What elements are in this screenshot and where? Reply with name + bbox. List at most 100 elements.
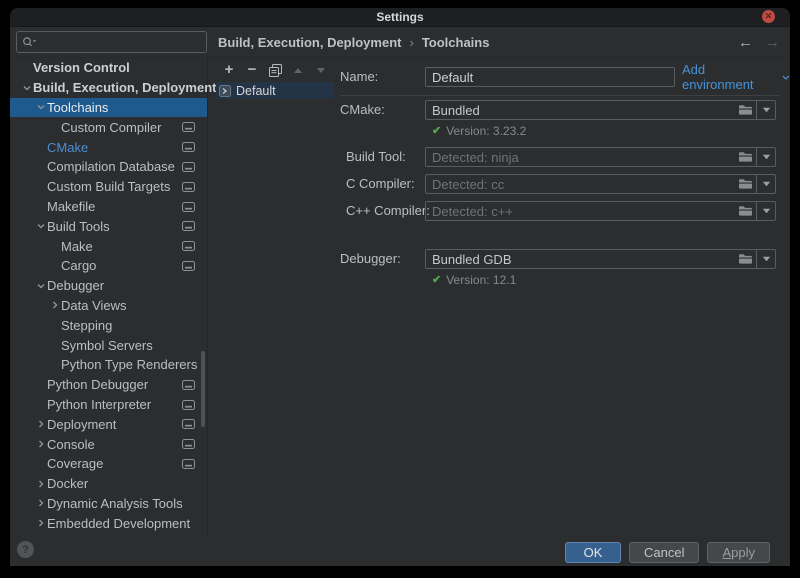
header-row: Build, Execution, Deployment › Toolchain… [10, 27, 790, 58]
browse-folder-icon[interactable] [734, 104, 756, 116]
add-environment-link[interactable]: Add environment [682, 67, 790, 87]
window-title: Settings [376, 10, 423, 24]
c-compiler-combobox[interactable]: Detected: cc [425, 174, 776, 194]
chevron-down-icon[interactable] [34, 102, 47, 112]
back-arrow-icon[interactable]: ← [738, 34, 753, 51]
settings-tree: Version ControlBuild, Execution, Deploym… [10, 58, 207, 533]
chevron-down-icon[interactable] [20, 83, 33, 93]
toolchain-name-input[interactable] [425, 67, 675, 87]
copy-button[interactable] [268, 63, 282, 77]
search-icon[interactable] [22, 36, 37, 48]
sidebar-item-label: Coverage [47, 456, 103, 471]
breadcrumb-item-current[interactable]: Toolchains [422, 35, 490, 50]
add-button[interactable]: + [222, 63, 236, 77]
chevron-right-icon[interactable] [34, 439, 47, 449]
sidebar-item-cargo[interactable]: Cargo [10, 256, 207, 276]
monitor-icon [182, 202, 195, 212]
browse-folder-icon[interactable] [734, 205, 756, 217]
breadcrumb-item-parent[interactable]: Build, Execution, Deployment [218, 35, 401, 50]
sidebar-item-console[interactable]: Console [10, 434, 207, 454]
sidebar-item-dynamic-analysis-tools[interactable]: Dynamic Analysis Tools [10, 494, 207, 514]
cpp-compiler-combobox[interactable]: Detected: c++ [425, 201, 776, 221]
chevron-right-icon[interactable] [34, 419, 47, 429]
sidebar-item-label: Console [47, 437, 95, 452]
chevron-right-icon[interactable] [48, 300, 61, 310]
browse-folder-icon[interactable] [734, 178, 756, 190]
sidebar-item-label: Symbol Servers [61, 338, 153, 353]
cpp-compiler-label: C++ Compiler: [346, 201, 430, 221]
sidebar-item-build-execution-deployment[interactable]: Build, Execution, Deployment [10, 78, 207, 98]
titlebar: Settings ✕ [10, 8, 790, 27]
sidebar-item-custom-build-targets[interactable]: Custom Build Targets [10, 177, 207, 197]
sidebar-item-label: CMake [47, 140, 88, 155]
chevron-down-icon[interactable] [756, 202, 775, 220]
chevron-right-icon[interactable] [34, 498, 47, 508]
sidebar-item-label: Make [61, 239, 93, 254]
sidebar-item-compilation-database[interactable]: Compilation Database [10, 157, 207, 177]
chevron-right-icon[interactable] [34, 479, 47, 489]
sidebar-item-coverage[interactable]: Coverage [10, 454, 207, 474]
sidebar-item-python-debugger[interactable]: Python Debugger [10, 375, 207, 395]
sidebar-item-label: Compilation Database [47, 159, 175, 174]
chevron-right-icon[interactable] [34, 518, 47, 528]
forward-arrow-icon[interactable]: → [765, 34, 780, 51]
remove-button[interactable]: − [245, 63, 259, 77]
debugger-label: Debugger: [340, 249, 401, 269]
sidebar-item-embedded-development[interactable]: Embedded Development [10, 513, 207, 533]
move-down-button[interactable] [314, 63, 328, 77]
sidebar-item-custom-compiler[interactable]: Custom Compiler [10, 117, 207, 137]
add-environment-label: Add environment [682, 62, 777, 92]
monitor-icon [182, 182, 195, 192]
c-compiler-value: Detected: cc [426, 177, 734, 192]
toolchain-list-toolbar: +− [216, 60, 334, 80]
cmake-label: CMake: [340, 100, 385, 120]
sidebar-item-version-control[interactable]: Version Control [10, 58, 207, 78]
sidebar-item-label: Makefile [47, 199, 95, 214]
close-icon[interactable]: ✕ [762, 10, 775, 23]
settings-dialog: Settings ✕ Build, Execution, Deployment … [10, 8, 790, 566]
sidebar-item-debugger[interactable]: Debugger [10, 276, 207, 296]
chevron-down-icon[interactable] [756, 101, 775, 119]
cmake-combobox[interactable]: Bundled [425, 100, 776, 120]
footer: ? OK Cancel Apply [10, 536, 790, 566]
sidebar-item-python-type-renderers[interactable]: Python Type Renderers [10, 355, 207, 375]
sidebar-item-label: Data Views [61, 298, 127, 313]
sidebar-item-make[interactable]: Make [10, 236, 207, 256]
browse-folder-icon[interactable] [734, 253, 756, 265]
sidebar-item-data-views[interactable]: Data Views [10, 296, 207, 316]
sidebar-item-deployment[interactable]: Deployment [10, 414, 207, 434]
settings-search-field[interactable] [16, 31, 207, 53]
sidebar-item-label: Embedded Development [47, 516, 190, 531]
chevron-down-icon[interactable] [756, 175, 775, 193]
build-tool-combobox[interactable]: Detected: ninja [425, 147, 776, 167]
help-button[interactable]: ? [17, 541, 34, 558]
toolchain-list-item[interactable]: Default [216, 82, 334, 99]
sidebar-item-label: Cargo [61, 258, 96, 273]
sidebar-item-toolchains[interactable]: Toolchains [10, 98, 207, 118]
cancel-button[interactable]: Cancel [629, 542, 699, 563]
browse-folder-icon[interactable] [734, 151, 756, 163]
sidebar-item-cmake[interactable]: CMake [10, 137, 207, 157]
sidebar-scrollbar[interactable] [201, 351, 205, 427]
move-up-button[interactable] [291, 63, 305, 77]
sidebar-item-build-tools[interactable]: Build Tools [10, 216, 207, 236]
sidebar-item-label: Dynamic Analysis Tools [47, 496, 183, 511]
c-compiler-label: C Compiler: [346, 174, 415, 194]
sidebar-item-label: Deployment [47, 417, 116, 432]
monitor-icon [182, 400, 195, 410]
sidebar-item-docker[interactable]: Docker [10, 474, 207, 494]
chevron-down-icon[interactable] [756, 148, 775, 166]
sidebar-item-symbol-servers[interactable]: Symbol Servers [10, 335, 207, 355]
debugger-combobox[interactable]: Bundled GDB [425, 249, 776, 269]
apply-button[interactable]: Apply [707, 542, 770, 563]
sidebar-item-stepping[interactable]: Stepping [10, 315, 207, 335]
ok-button[interactable]: OK [565, 542, 621, 563]
sidebar-item-makefile[interactable]: Makefile [10, 197, 207, 217]
chevron-down-icon[interactable] [34, 221, 47, 231]
chevron-down-icon[interactable] [34, 281, 47, 291]
toolchain-list-panel: +− Default [216, 60, 334, 99]
search-input[interactable] [40, 34, 206, 50]
chevron-down-icon[interactable] [756, 250, 775, 268]
sidebar-item-label: Debugger [47, 278, 104, 293]
sidebar-item-python-interpreter[interactable]: Python Interpreter [10, 395, 207, 415]
